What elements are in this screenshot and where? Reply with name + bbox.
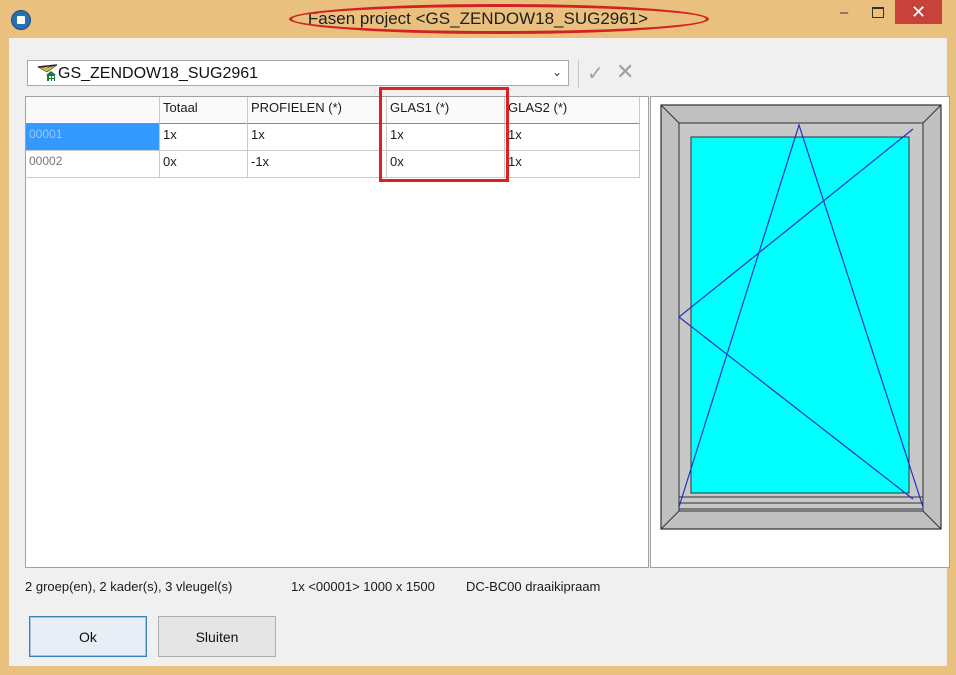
status-type: DC-BC00 draaikipraam	[466, 579, 601, 594]
title-annotation-oval	[289, 4, 709, 34]
project-combo[interactable]: GS_ZENDOW18_SUG2961 ⌄	[27, 60, 569, 86]
minimize-button[interactable]: –	[827, 0, 861, 24]
cell-glas2[interactable]: 1x	[505, 151, 640, 178]
status-summary: 2 groep(en), 2 kader(s), 3 vleugel(s)	[25, 579, 233, 594]
cell-totaal[interactable]: 1x	[160, 124, 248, 151]
maximize-icon	[872, 6, 884, 18]
minimize-icon: –	[839, 3, 849, 21]
project-combo-value: GS_ZENDOW18_SUG2961	[58, 65, 259, 82]
glas1-annotation-box	[379, 87, 509, 182]
row-header-00001[interactable]: 00001	[26, 124, 160, 151]
phases-grid[interactable]: Totaal PROFIELEN (*) GLAS1 (*) GLAS2 (*)…	[25, 96, 649, 568]
status-element: 1x <00001> 1000 x 1500	[291, 579, 435, 594]
cancel-icon[interactable]: ✕	[616, 59, 634, 85]
column-header-glas2[interactable]: GLAS2 (*)	[505, 97, 640, 124]
cell-glas2[interactable]: 1x	[505, 124, 640, 151]
sluiten-button[interactable]: Sluiten	[158, 616, 276, 657]
maximize-button[interactable]	[861, 0, 895, 24]
check-icon[interactable]: ✓	[587, 61, 604, 86]
chevron-down-icon[interactable]: ⌄	[552, 65, 562, 79]
cell-profielen[interactable]: -1x	[248, 151, 387, 178]
ok-button[interactable]: Ok	[29, 616, 147, 657]
grid-corner-header	[26, 97, 160, 124]
house-icon	[37, 64, 58, 81]
title-bar[interactable]: Fasen project <GS_ZENDOW18_SUG2961> – ✕	[0, 0, 956, 38]
close-button[interactable]: ✕	[895, 0, 942, 24]
column-header-totaal[interactable]: Totaal	[160, 97, 248, 124]
column-header-profielen[interactable]: PROFIELEN (*)	[248, 97, 387, 124]
toolbar-separator	[578, 60, 579, 88]
close-icon: ✕	[910, 1, 927, 22]
row-header-00002[interactable]: 00002	[26, 151, 160, 178]
window-tilt-turn-icon	[660, 104, 942, 530]
cell-totaal[interactable]: 0x	[160, 151, 248, 178]
window-preview-panel	[650, 96, 950, 568]
dialog-window: Fasen project <GS_ZENDOW18_SUG2961> – ✕ …	[0, 0, 956, 675]
cell-profielen[interactable]: 1x	[248, 124, 387, 151]
